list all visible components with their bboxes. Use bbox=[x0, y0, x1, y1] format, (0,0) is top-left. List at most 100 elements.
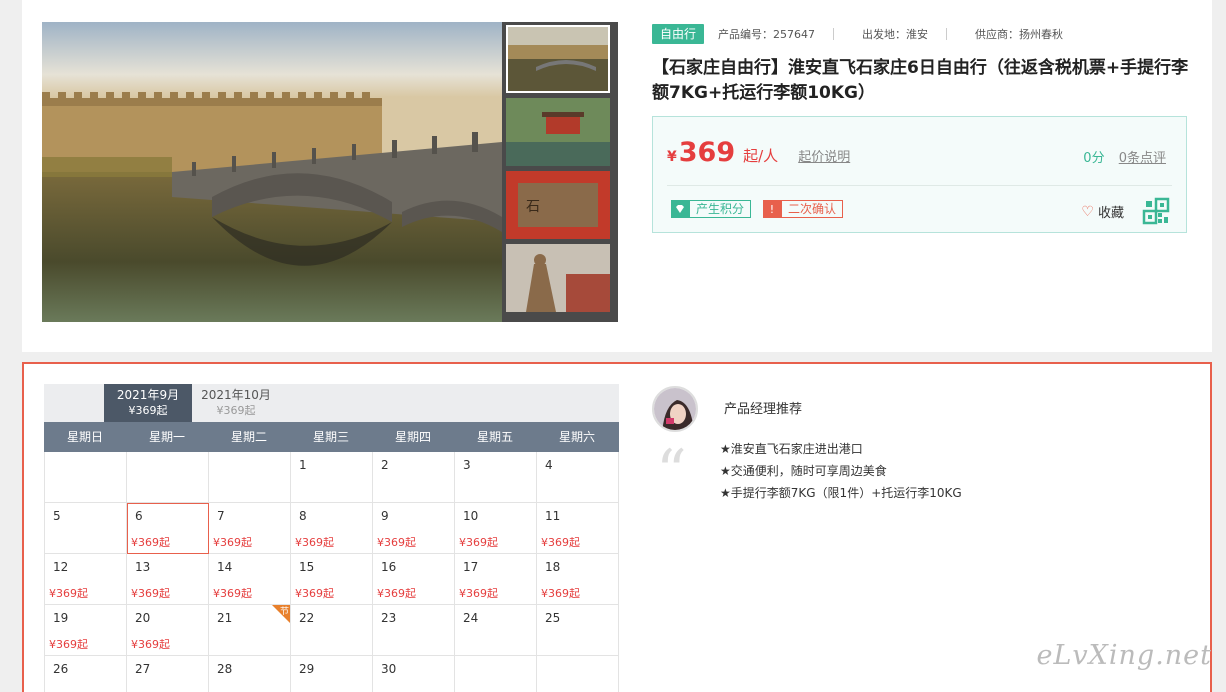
price-amount: 369 bbox=[678, 137, 736, 168]
weekday-label: 星期二 bbox=[230, 430, 267, 444]
calendar-day-number: 13 bbox=[135, 560, 151, 574]
thumbnail-1[interactable] bbox=[506, 25, 610, 93]
calendar-day-number: 18 bbox=[545, 560, 561, 574]
product-card: 石 自由行 产品编号：257647 出发地：淮安 供应商：扬州春秋 【石家庄自由… bbox=[22, 0, 1212, 352]
month-tab-label: 2021年10月 bbox=[201, 388, 271, 402]
calendar-day-20[interactable]: 20 ¥369起 bbox=[127, 605, 209, 656]
calendar-day-number: 2 bbox=[381, 458, 389, 472]
calendar-day-18[interactable]: 18 ¥369起 bbox=[537, 554, 619, 605]
month-tabs: 2021年9月 ¥369起 2021年10月 ¥369起 bbox=[44, 384, 619, 422]
recommendation-list: ★淮安直飞石家庄进出港口 ★交通便利，随时可享周边美食 ★手提行李额7KG（限1… bbox=[720, 438, 962, 504]
calendar-day-price: ¥369起 bbox=[131, 638, 170, 651]
calendar-day-11[interactable]: 11 ¥369起 bbox=[537, 503, 619, 554]
manager-title: 产品经理推荐 bbox=[724, 402, 803, 417]
weekday-label: 星期六 bbox=[558, 430, 595, 444]
calendar-day-price: ¥369起 bbox=[459, 536, 498, 549]
rating-score: 0分 bbox=[1083, 151, 1105, 166]
avatar bbox=[652, 386, 698, 432]
product-code: 产品编号：257647 bbox=[718, 28, 816, 41]
calendar-day-13[interactable]: 13 ¥369起 bbox=[127, 554, 209, 605]
calendar-day-number: 15 bbox=[299, 560, 315, 574]
calendar-day-27: 27 bbox=[127, 656, 209, 692]
divider bbox=[667, 185, 1172, 186]
calendar-day-12[interactable]: 12 ¥369起 bbox=[45, 554, 127, 605]
alert-icon: ! bbox=[763, 200, 782, 218]
divider bbox=[833, 28, 835, 40]
calendar-day-number: 24 bbox=[463, 611, 479, 625]
calendar-day-16[interactable]: 16 ¥369起 bbox=[373, 554, 455, 605]
calendar-day-number: 19 bbox=[53, 611, 69, 625]
calendar-empty-cell bbox=[455, 656, 537, 692]
calendar-day-number: 10 bbox=[463, 509, 479, 523]
month-tab-sep[interactable]: 2021年9月 ¥369起 bbox=[104, 384, 192, 422]
calendar-day-25: 25 bbox=[537, 605, 619, 656]
confirm-badge: ! 二次确认 bbox=[763, 199, 844, 219]
calendar-day-price: ¥369起 bbox=[459, 587, 498, 600]
calendar-day-6[interactable]: 6 ¥369起 bbox=[127, 503, 209, 554]
calendar-day-number: 12 bbox=[53, 560, 69, 574]
calendar-day-29: 29 bbox=[291, 656, 373, 692]
calendar-day-price: ¥369起 bbox=[377, 587, 416, 600]
weekday-label: 星期四 bbox=[394, 430, 431, 444]
price-panel: ¥ 369 起/人 起价说明 0分 0条点评 产生积分 ! 二次确认 ♡ 收藏 bbox=[652, 116, 1187, 233]
calendar-day-9[interactable]: 9 ¥369起 bbox=[373, 503, 455, 554]
product-title: 【石家庄自由行】淮安直飞石家庄6日自由行（往返含税机票+手提行李额7KG+托运行… bbox=[652, 58, 1189, 103]
calendar-day-21: 21 节 bbox=[209, 605, 291, 656]
calendar-day-number: 16 bbox=[381, 560, 397, 574]
thumbnail-3[interactable]: 石 bbox=[506, 171, 610, 239]
calendar-day-1: 1 bbox=[291, 452, 373, 503]
calendar-day-17[interactable]: 17 ¥369起 bbox=[455, 554, 537, 605]
calendar-day-price: ¥369起 bbox=[213, 587, 252, 600]
calendar-day-24: 24 bbox=[455, 605, 537, 656]
calendar-day-14[interactable]: 14 ¥369起 bbox=[209, 554, 291, 605]
calendar-day-26: 26 bbox=[45, 656, 127, 692]
calendar-day-number: 21 bbox=[217, 611, 233, 625]
calendar-day-7[interactable]: 7 ¥369起 bbox=[209, 503, 291, 554]
calendar-day-number: 9 bbox=[381, 509, 389, 523]
recommendation-item: ★交通便利，随时可享周边美食 bbox=[720, 464, 887, 478]
calendar-day-number: 4 bbox=[545, 458, 553, 472]
favorite-button[interactable]: ♡ 收藏 bbox=[1081, 202, 1124, 222]
calendar-day-10[interactable]: 10 ¥369起 bbox=[455, 503, 537, 554]
svg-text:石: 石 bbox=[526, 199, 540, 215]
points-badge: 产生积分 bbox=[671, 199, 752, 219]
month-tab-price: ¥369起 bbox=[128, 404, 168, 417]
calendar-day-price: ¥369起 bbox=[377, 536, 416, 549]
weekday-header: 星期日 星期一 星期二 星期三 星期四 星期五 星期六 bbox=[44, 422, 619, 452]
calendar-day-4: 4 bbox=[537, 452, 619, 503]
month-tab-oct[interactable]: 2021年10月 ¥369起 bbox=[192, 384, 280, 422]
calendar-day-price: ¥369起 bbox=[131, 536, 170, 549]
calendar-day-number: 8 bbox=[299, 509, 307, 523]
calendar-day-price: ¥369起 bbox=[295, 536, 334, 549]
calendar-day-number: 22 bbox=[299, 611, 315, 625]
calendar-day-number: 7 bbox=[217, 509, 225, 523]
thumbnail-strip: 石 bbox=[502, 22, 618, 322]
calendar-day-price: ¥369起 bbox=[131, 587, 170, 600]
weekday-label: 星期一 bbox=[148, 430, 185, 444]
calendar-day-3: 3 bbox=[455, 452, 537, 503]
weekday-label: 星期日 bbox=[66, 430, 103, 444]
reviews-link[interactable]: 0条点评 bbox=[1119, 151, 1166, 166]
calendar-day-number: 28 bbox=[217, 662, 233, 676]
calendar-day-number: 1 bbox=[299, 458, 307, 472]
calendar-day-price: ¥369起 bbox=[49, 638, 88, 651]
calendar-day-8[interactable]: 8 ¥369起 bbox=[291, 503, 373, 554]
calendar-day-number: 26 bbox=[53, 662, 69, 676]
favorite-label: 收藏 bbox=[1097, 206, 1124, 221]
price-explanation-link[interactable]: 起价说明 bbox=[798, 146, 850, 165]
calendar-day-19[interactable]: 19 ¥369起 bbox=[45, 605, 127, 656]
weekday-label: 星期五 bbox=[476, 430, 513, 444]
qr-code-icon[interactable] bbox=[1142, 197, 1170, 225]
price-unit: 起/人 bbox=[743, 147, 779, 165]
calendar-empty-cell bbox=[209, 452, 291, 503]
calendar-day-price: ¥369起 bbox=[213, 536, 252, 549]
calendar-day-number: 11 bbox=[545, 509, 561, 523]
booking-section: 2021年9月 ¥369起 2021年10月 ¥369起 星期日 星期一 星期二… bbox=[22, 362, 1212, 692]
thumbnail-4[interactable] bbox=[506, 244, 610, 312]
calendar-day-15[interactable]: 15 ¥369起 bbox=[291, 554, 373, 605]
supplier-name: 供应商：扬州春秋 bbox=[975, 28, 1064, 41]
calendar-day-2: 2 bbox=[373, 452, 455, 503]
calendar-day-number: 29 bbox=[299, 662, 315, 676]
weekday-label: 星期三 bbox=[312, 430, 349, 444]
thumbnail-2[interactable] bbox=[506, 98, 610, 166]
